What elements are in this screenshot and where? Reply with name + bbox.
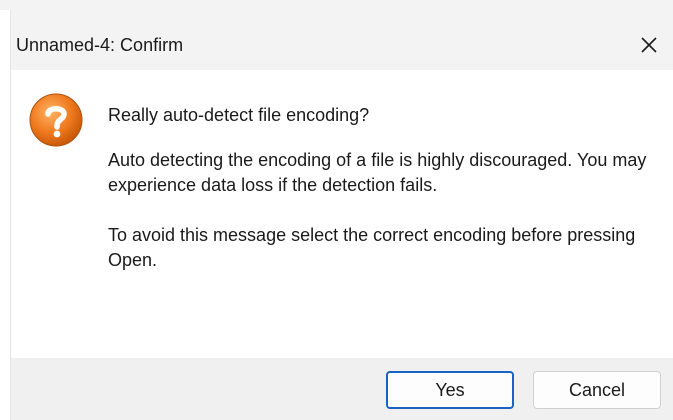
message-heading: Really auto-detect file encoding? <box>108 105 370 125</box>
confirm-dialog: Unnamed-4: Confirm Really auto-detect fi… <box>10 10 673 420</box>
message-text: Really auto-detect file encoding? Auto d… <box>108 103 668 298</box>
button-bar: Yes Cancel <box>11 358 673 420</box>
cancel-button[interactable]: Cancel <box>533 371 661 409</box>
close-icon <box>641 37 657 53</box>
question-icon <box>28 92 84 148</box>
close-button[interactable] <box>629 28 669 62</box>
message-paragraph-2: To avoid this message select the correct… <box>108 225 636 270</box>
desktop-strip <box>0 0 673 10</box>
message-paragraph-1: Auto detecting the encoding of a file is… <box>108 150 647 195</box>
dialog-body: Really auto-detect file encoding? Auto d… <box>11 70 673 358</box>
window-title: Unnamed-4: Confirm <box>16 35 184 55</box>
title-bar[interactable]: Unnamed-4: Confirm <box>11 10 673 70</box>
yes-button[interactable]: Yes <box>386 371 514 409</box>
